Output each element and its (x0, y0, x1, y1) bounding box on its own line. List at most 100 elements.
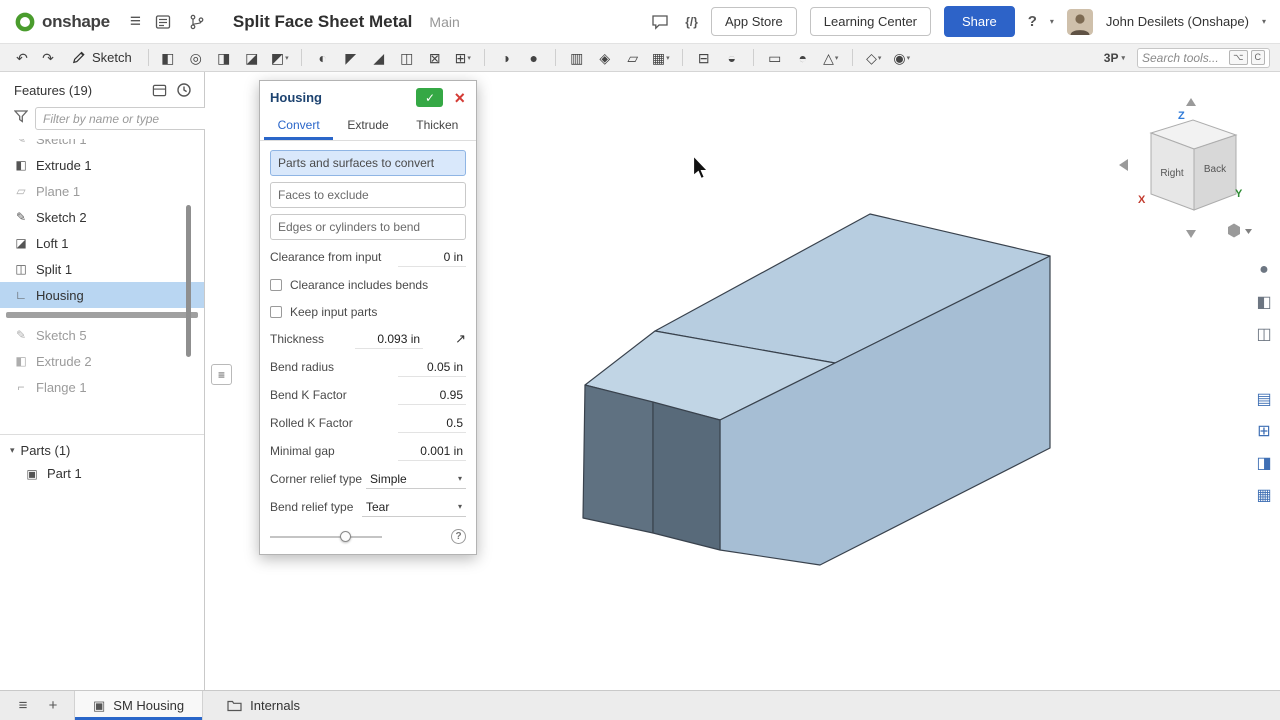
feature-item-extrude-1[interactable]: ◧Extrude 1 (0, 152, 204, 178)
flip-direction-icon[interactable]: ↗ (455, 331, 466, 347)
feature-item-sketch-2[interactable]: ✎Sketch 2 (0, 204, 204, 230)
featurescript-icon[interactable]: {/} (685, 15, 698, 29)
cancel-button[interactable]: × (452, 89, 467, 107)
share-button[interactable]: Share (944, 6, 1015, 37)
keep-input-parts-checkbox[interactable] (270, 306, 282, 318)
feature-item-extrude-2[interactable]: ◧Extrude 2 (0, 348, 204, 374)
tab-thicken[interactable]: Thicken (403, 112, 472, 140)
fill-button[interactable]: ▦▾ (649, 47, 673, 69)
feature-item-sketch-5[interactable]: ✎Sketch 5 (0, 322, 204, 348)
named-views-icon[interactable]: ◨ (1252, 451, 1276, 474)
feature-item-plane-1[interactable]: ▱Plane 1 (0, 178, 204, 204)
edges-to-bend-field[interactable]: Edges or cylinders to bend (270, 214, 466, 240)
corner-relief-select[interactable]: Simple ▾ (366, 470, 466, 489)
onshape-logo[interactable]: onshape (14, 11, 110, 33)
measure-button[interactable]: ◇▾ (862, 47, 886, 69)
bom-table-icon[interactable]: ▤ (1252, 387, 1276, 410)
graphics-viewport[interactable]: Housing ✓ × Convert Extrude Thicken Part… (205, 72, 1280, 690)
split-button[interactable]: ▥ (565, 47, 589, 69)
thicken-button[interactable]: ◩▾ (268, 47, 292, 69)
display-options-icon[interactable]: ◧ (1252, 290, 1276, 313)
user-avatar[interactable] (1067, 9, 1093, 35)
display-states-icon[interactable]: ▦ (1252, 483, 1276, 506)
move-face-button[interactable]: ◒ (720, 47, 744, 69)
configurations-icon[interactable]: ⊞ (1252, 419, 1276, 442)
search-tools-box[interactable]: ⌥ C (1137, 48, 1270, 68)
hamburger-menu-icon[interactable]: ≡ (130, 12, 141, 31)
thickness-input[interactable]: 0.093 in (355, 330, 423, 349)
preview-slider[interactable] (270, 530, 382, 544)
search-tools-input[interactable] (1142, 51, 1226, 65)
parts-to-convert-field[interactable]: Parts and surfaces to convert (270, 150, 466, 176)
boolean-button[interactable]: ● (522, 47, 546, 69)
feature-item-split-1[interactable]: ◫Split 1 (0, 256, 204, 282)
view-cube[interactable]: Z Right Back X Y (1116, 88, 1266, 248)
tab-extrude[interactable]: Extrude (333, 112, 402, 140)
fillet-button[interactable]: ◐ (311, 47, 335, 69)
sweep-button[interactable]: ◨ (212, 47, 236, 69)
feature-item-loft-1[interactable]: ◪Loft 1 (0, 230, 204, 256)
tab-internals[interactable]: Internals (209, 691, 318, 720)
delete-face-button[interactable]: ⊟ (692, 47, 716, 69)
feature-item-housing[interactable]: ∟Housing (0, 282, 204, 308)
loft-button[interactable]: ◪ (240, 47, 264, 69)
tab-sm-housing[interactable]: ▣ SM Housing (74, 691, 203, 720)
rotate-up-arrow-icon[interactable] (1186, 98, 1196, 106)
feature-list-settings-icon[interactable] (152, 83, 167, 98)
sketch-button[interactable]: Sketch (62, 47, 141, 69)
section-view-icon[interactable]: ◫ (1252, 322, 1276, 345)
app-store-button[interactable]: App Store (711, 7, 797, 36)
filter-funnel-icon[interactable] (14, 110, 28, 128)
view-menu-caret-icon[interactable] (1245, 229, 1252, 234)
bend-radius-input[interactable]: 0.05 in (398, 358, 466, 377)
hole-button[interactable]: ⊠ (423, 47, 447, 69)
keep-input-parts-row[interactable]: Keep input parts (270, 301, 466, 322)
draft-button[interactable]: ◢ (367, 47, 391, 69)
help-icon[interactable]: ? (1028, 13, 1037, 30)
view-menu-cube-icon[interactable] (1228, 224, 1240, 238)
transform-button[interactable]: ◈ (593, 47, 617, 69)
feature-list-scrollbar[interactable] (186, 205, 191, 357)
slider-thumb[interactable] (340, 531, 351, 542)
helix-button[interactable]: ◓ (791, 47, 815, 69)
bend-relief-select[interactable]: Tear ▾ (362, 498, 466, 517)
third-party-tools-button[interactable]: 3P ▾ (1104, 51, 1125, 65)
versions-branch-icon[interactable] (185, 10, 209, 34)
redo-button[interactable]: ↷ (36, 47, 60, 69)
feature-item-sketch-1[interactable]: ✎Sketch 1 (0, 139, 204, 152)
dialog-help-icon[interactable]: ? (451, 529, 466, 544)
minimal-gap-input[interactable]: 0.001 in (398, 442, 466, 461)
rolled-k-factor-input[interactable]: 0.5 (398, 414, 466, 433)
tab-manager-icon[interactable]: ≡ (8, 691, 38, 720)
shell-button[interactable]: ◫ (395, 47, 419, 69)
part-item-part-1[interactable]: ▣ Part 1 (0, 462, 204, 485)
bend-k-factor-input[interactable]: 0.95 (398, 386, 466, 405)
help-caret-icon[interactable]: ▾ (1050, 17, 1054, 26)
undo-button[interactable]: ↶ (10, 47, 34, 69)
chamfer-button[interactable]: ◤ (339, 47, 363, 69)
faces-to-exclude-field[interactable]: Faces to exclude (270, 182, 466, 208)
workspace-name[interactable]: Main (429, 14, 459, 30)
rotate-down-arrow-icon[interactable] (1186, 230, 1196, 238)
plane-button[interactable]: ▭ (763, 47, 787, 69)
feature-list-flyout-button[interactable]: ≡ (211, 364, 232, 385)
offset-surface-button[interactable]: ▱ (621, 47, 645, 69)
linear-pattern-button[interactable]: ⊞▾ (451, 47, 475, 69)
user-menu-caret-icon[interactable]: ▾ (1262, 17, 1266, 26)
history-clock-icon[interactable] (176, 82, 192, 98)
comments-icon[interactable] (648, 10, 672, 34)
parts-header[interactable]: ▾ Parts (1) (0, 438, 204, 462)
clearance-includes-bends-checkbox[interactable] (270, 279, 282, 291)
learning-center-button[interactable]: Learning Center (810, 7, 931, 36)
clearance-input[interactable]: 0 in (398, 248, 466, 267)
add-tab-button[interactable]: + (38, 691, 68, 720)
clearance-includes-bends-row[interactable]: Clearance includes bends (270, 274, 466, 295)
mass-properties-button[interactable]: ◉▾ (890, 47, 914, 69)
user-menu[interactable]: John Desilets (Onshape) (1106, 14, 1249, 29)
tab-convert[interactable]: Convert (264, 112, 333, 140)
appearance-icon[interactable]: ● (1252, 258, 1276, 281)
feature-filter-input[interactable] (35, 107, 208, 130)
document-list-icon[interactable] (151, 10, 175, 34)
feature-item-flange-1[interactable]: ⌐Flange 1 (0, 374, 204, 400)
extrude-button[interactable]: ◧ (156, 47, 180, 69)
